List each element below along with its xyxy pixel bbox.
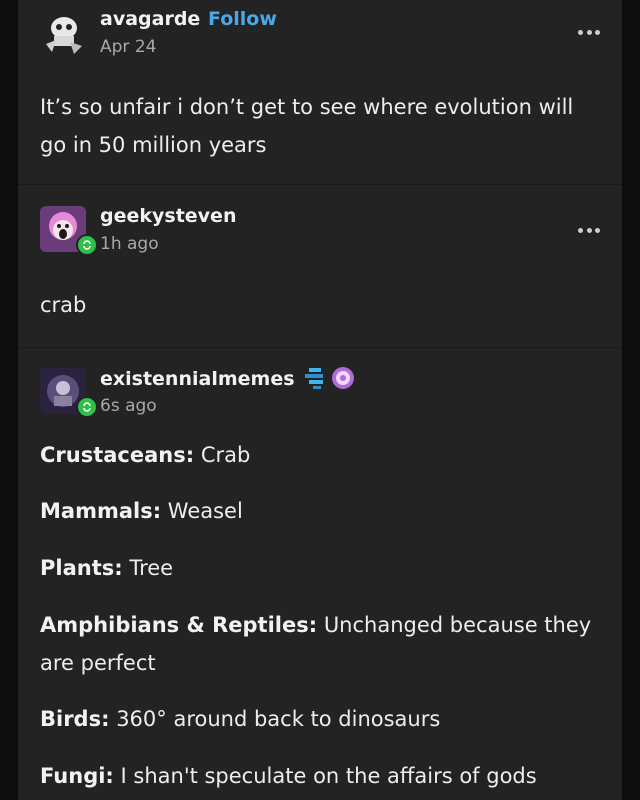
post-divider [18, 184, 622, 185]
list-item: Plants: Tree [40, 549, 600, 587]
item-label: Birds: [40, 707, 110, 731]
post-date: Apr 24 [100, 37, 157, 57]
more-options-icon[interactable] [578, 228, 600, 234]
list-item: Birds: 360° around back to dinosaurs [40, 700, 600, 738]
item-value: Tree [129, 556, 174, 580]
list-item: Mammals: Weasel [40, 492, 600, 530]
post-date: 6s ago [100, 396, 157, 416]
skull-sketch-avatar-icon[interactable] [40, 10, 86, 56]
more-options-icon[interactable] [578, 30, 600, 36]
blue-pixel-badge-icon [303, 366, 329, 394]
reblog-icon [76, 396, 98, 418]
item-value: Crab [200, 443, 251, 467]
list-item: Crustaceans: Crab [40, 436, 600, 474]
post-text: It’s so unfair i don’t get to see where … [40, 95, 574, 157]
reblog-icon [76, 234, 98, 256]
purple-flower-badge-icon [331, 366, 355, 394]
post-username[interactable]: avagarde [100, 8, 200, 30]
item-label: Mammals: [40, 499, 162, 523]
follow-button[interactable]: Follow [208, 8, 277, 30]
post-card: avagarde Follow Apr 24 It’s so unfair i … [18, 0, 622, 800]
item-value: 360° around back to dinosaurs [116, 707, 441, 731]
post-username[interactable]: existennialmemes [100, 368, 295, 390]
post-username[interactable]: geekysteven [100, 205, 236, 227]
post-date: 1h ago [100, 234, 159, 254]
item-label: Amphibians & Reptiles: [40, 613, 318, 637]
item-label: Crustaceans: [40, 443, 195, 467]
list-item: Amphibians & Reptiles: Unchanged because… [40, 606, 600, 682]
post-divider [18, 347, 622, 348]
item-label: Fungi: [40, 764, 114, 788]
item-value: I shan't speculate on the affairs of god… [120, 764, 537, 788]
post-text: crab [40, 293, 87, 317]
list-item: Fungi: I shan't speculate on the affairs… [40, 757, 600, 795]
item-label: Plants: [40, 556, 123, 580]
item-value: Weasel [167, 499, 243, 523]
